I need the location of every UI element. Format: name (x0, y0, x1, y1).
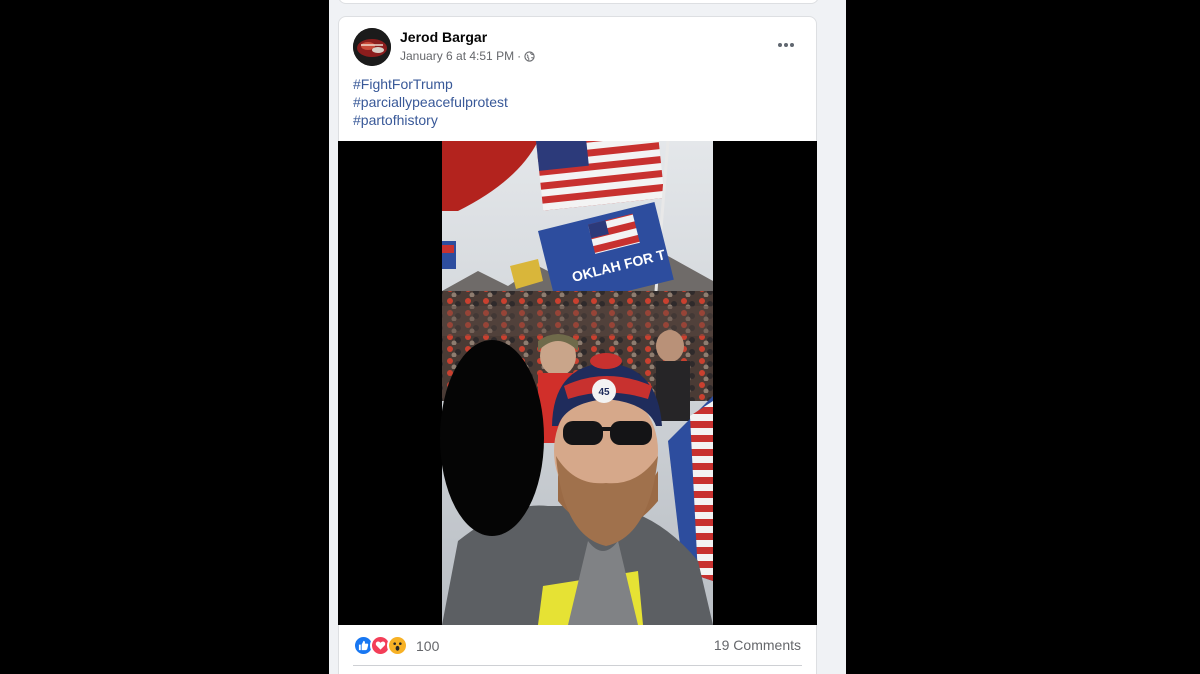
hashtag-link[interactable]: #partofhistory (353, 111, 508, 129)
post-video[interactable]: OKLAH FOR T 45 (338, 141, 817, 625)
reaction-count: 100 (416, 637, 440, 654)
more-options-button[interactable] (772, 35, 800, 55)
post-card: Jerod Bargar January 6 at 4:51 PM · #Fig… (338, 16, 817, 674)
reaction-summary[interactable]: 100 (353, 635, 439, 656)
previous-post-edge (338, 0, 819, 4)
ellipsis-icon (778, 43, 794, 47)
video-image: OKLAH FOR T 45 (440, 141, 713, 625)
post-timestamp[interactable]: January 6 at 4:51 PM (400, 49, 514, 63)
hashtag-link[interactable]: #parciallypeacefulprotest (353, 93, 508, 111)
globe-icon (524, 50, 535, 62)
avatar-image (353, 28, 391, 66)
hashtag-link[interactable]: #FightForTrump (353, 75, 508, 93)
hat-badge-text: 45 (598, 387, 610, 398)
author-name[interactable]: Jerod Bargar (400, 29, 487, 45)
video-frame: OKLAH FOR T 45 (338, 141, 817, 625)
redaction-mask (440, 340, 544, 536)
screenshot-frame: Jerod Bargar January 6 at 4:51 PM · #Fig… (0, 0, 1200, 674)
post-text: #FightForTrump #parciallypeacefulprotest… (353, 75, 508, 129)
news-feed: Jerod Bargar January 6 at 4:51 PM · #Fig… (329, 0, 846, 674)
avatar[interactable] (353, 28, 391, 66)
comments-count-link[interactable]: 19 Comments (714, 637, 801, 653)
meta-separator: · (517, 49, 522, 63)
post-divider (353, 665, 802, 666)
post-meta: January 6 at 4:51 PM · (400, 49, 535, 63)
wow-icon (387, 635, 408, 656)
